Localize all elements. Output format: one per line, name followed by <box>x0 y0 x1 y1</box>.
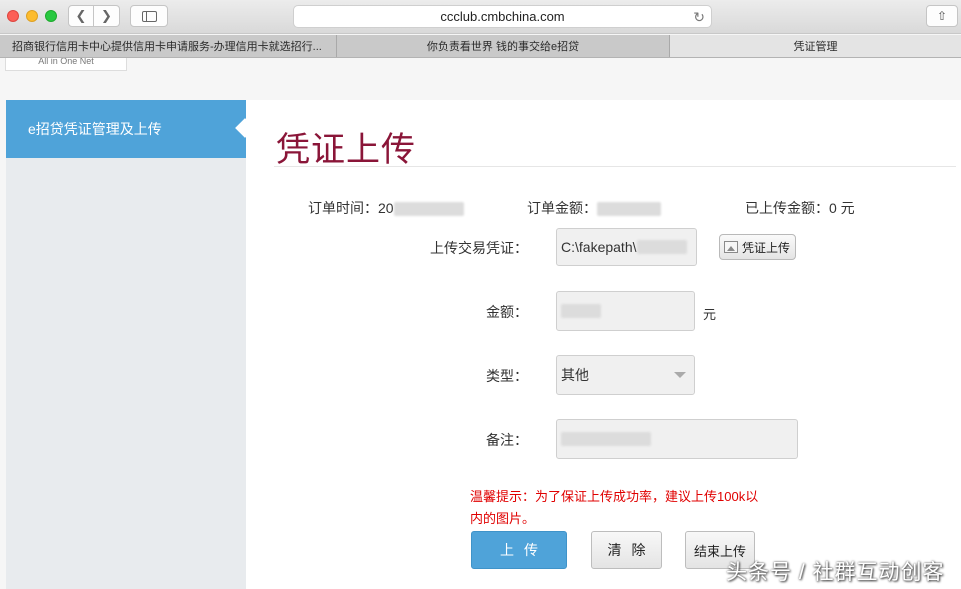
order-amount: 订单金额： <box>527 198 661 218</box>
amount-unit: 元 <box>703 307 717 322</box>
voucher-upload-button[interactable]: 凭证上传 <box>719 234 796 260</box>
uploaded-amount: 已上传金额：0 元 <box>745 198 855 218</box>
zoom-window-button[interactable] <box>45 10 57 22</box>
redacted-value <box>393 202 464 217</box>
voucher-file-path: C:\fakepath\ <box>561 239 637 255</box>
chevron-right-icon: ❯ <box>101 8 112 23</box>
chevron-down-icon <box>674 372 686 378</box>
main-content: 凭证上传 订单时间：20 订单金额： 已上传金额：0 元 上传交易凭证： C:\… <box>246 100 961 589</box>
address-bar[interactable]: ccclub.cmbchina.com ↻ <box>293 5 712 28</box>
page: All in One Net e招贷凭证管理及上传 凭证上传 订单时间：20 订… <box>0 58 961 589</box>
share-icon: ⇧ <box>936 9 948 23</box>
amount-input[interactable] <box>556 291 695 331</box>
submit-upload-button[interactable]: 上传 <box>471 531 567 569</box>
order-amount-label: 订单金额： <box>527 200 597 216</box>
voucher-label: 上传交易凭证： <box>430 240 528 256</box>
sidebar-toggle-button[interactable] <box>130 5 168 27</box>
note-input[interactable] <box>556 419 798 459</box>
voucher-upload-button-label: 凭证上传 <box>742 240 791 255</box>
redacted-value <box>561 432 651 446</box>
page-title: 凭证上传 <box>276 130 416 170</box>
voucher-file-input[interactable]: C:\fakepath\ <box>556 228 697 266</box>
type-label: 类型： <box>486 368 528 384</box>
minimize-window-button[interactable] <box>26 10 38 22</box>
forward-button[interactable]: ❯ <box>94 5 120 27</box>
url-text: ccclub.cmbchina.com <box>440 9 565 24</box>
redacted-value <box>597 202 661 217</box>
redacted-value <box>636 240 687 254</box>
tab-cmb-creditcard[interactable]: 招商银行信用卡中心提供信用卡申请服务-办理信用卡就选招行... <box>0 35 337 57</box>
sidebar-icon <box>141 10 157 22</box>
share-button[interactable]: ⇧ <box>926 5 958 27</box>
order-time: 订单时间：20 <box>308 198 464 218</box>
site-logo: All in One Net <box>5 58 127 71</box>
type-select-value: 其他 <box>561 367 589 383</box>
browser-toolbar: ❮ ❯ ccclub.cmbchina.com ↻ ⇧ <box>0 0 961 34</box>
tab-voucher-management[interactable]: 凭证管理 <box>670 35 961 57</box>
order-time-label: 订单时间： <box>308 200 378 216</box>
image-icon <box>724 241 738 253</box>
sidebar: e招贷凭证管理及上传 <box>6 100 255 589</box>
type-select[interactable]: 其他 <box>556 355 695 395</box>
title-divider <box>274 166 956 167</box>
note-label: 备注： <box>486 432 528 448</box>
uploaded-amount-label: 已上传金额： <box>745 200 829 216</box>
reload-icon[interactable]: ↻ <box>693 9 705 26</box>
redacted-value <box>561 304 601 318</box>
tab-bar: 招商银行信用卡中心提供信用卡申请服务-办理信用卡就选招行... 你负责看世界 钱… <box>0 35 961 58</box>
back-button[interactable]: ❮ <box>68 5 94 27</box>
sidebar-item-label: e招贷凭证管理及上传 <box>28 121 162 137</box>
uploaded-amount-value: 0 元 <box>829 200 855 216</box>
watermark: 头条号 / 社群互动创客 <box>726 561 945 584</box>
close-window-button[interactable] <box>7 10 19 22</box>
sidebar-item-voucher-upload[interactable]: e招贷凭证管理及上传 <box>6 100 255 158</box>
order-time-value: 20 <box>378 200 394 216</box>
amount-label: 金额： <box>486 304 528 320</box>
upload-tip: 温馨提示：为了保证上传成功率，建议上传100k以内的图片。 <box>470 489 759 526</box>
chevron-left-icon: ❮ <box>75 8 87 23</box>
clear-button[interactable]: 清除 <box>591 531 662 569</box>
tab-ezhaodai[interactable]: 你负责看世界 钱的事交给e招贷 <box>337 35 670 57</box>
